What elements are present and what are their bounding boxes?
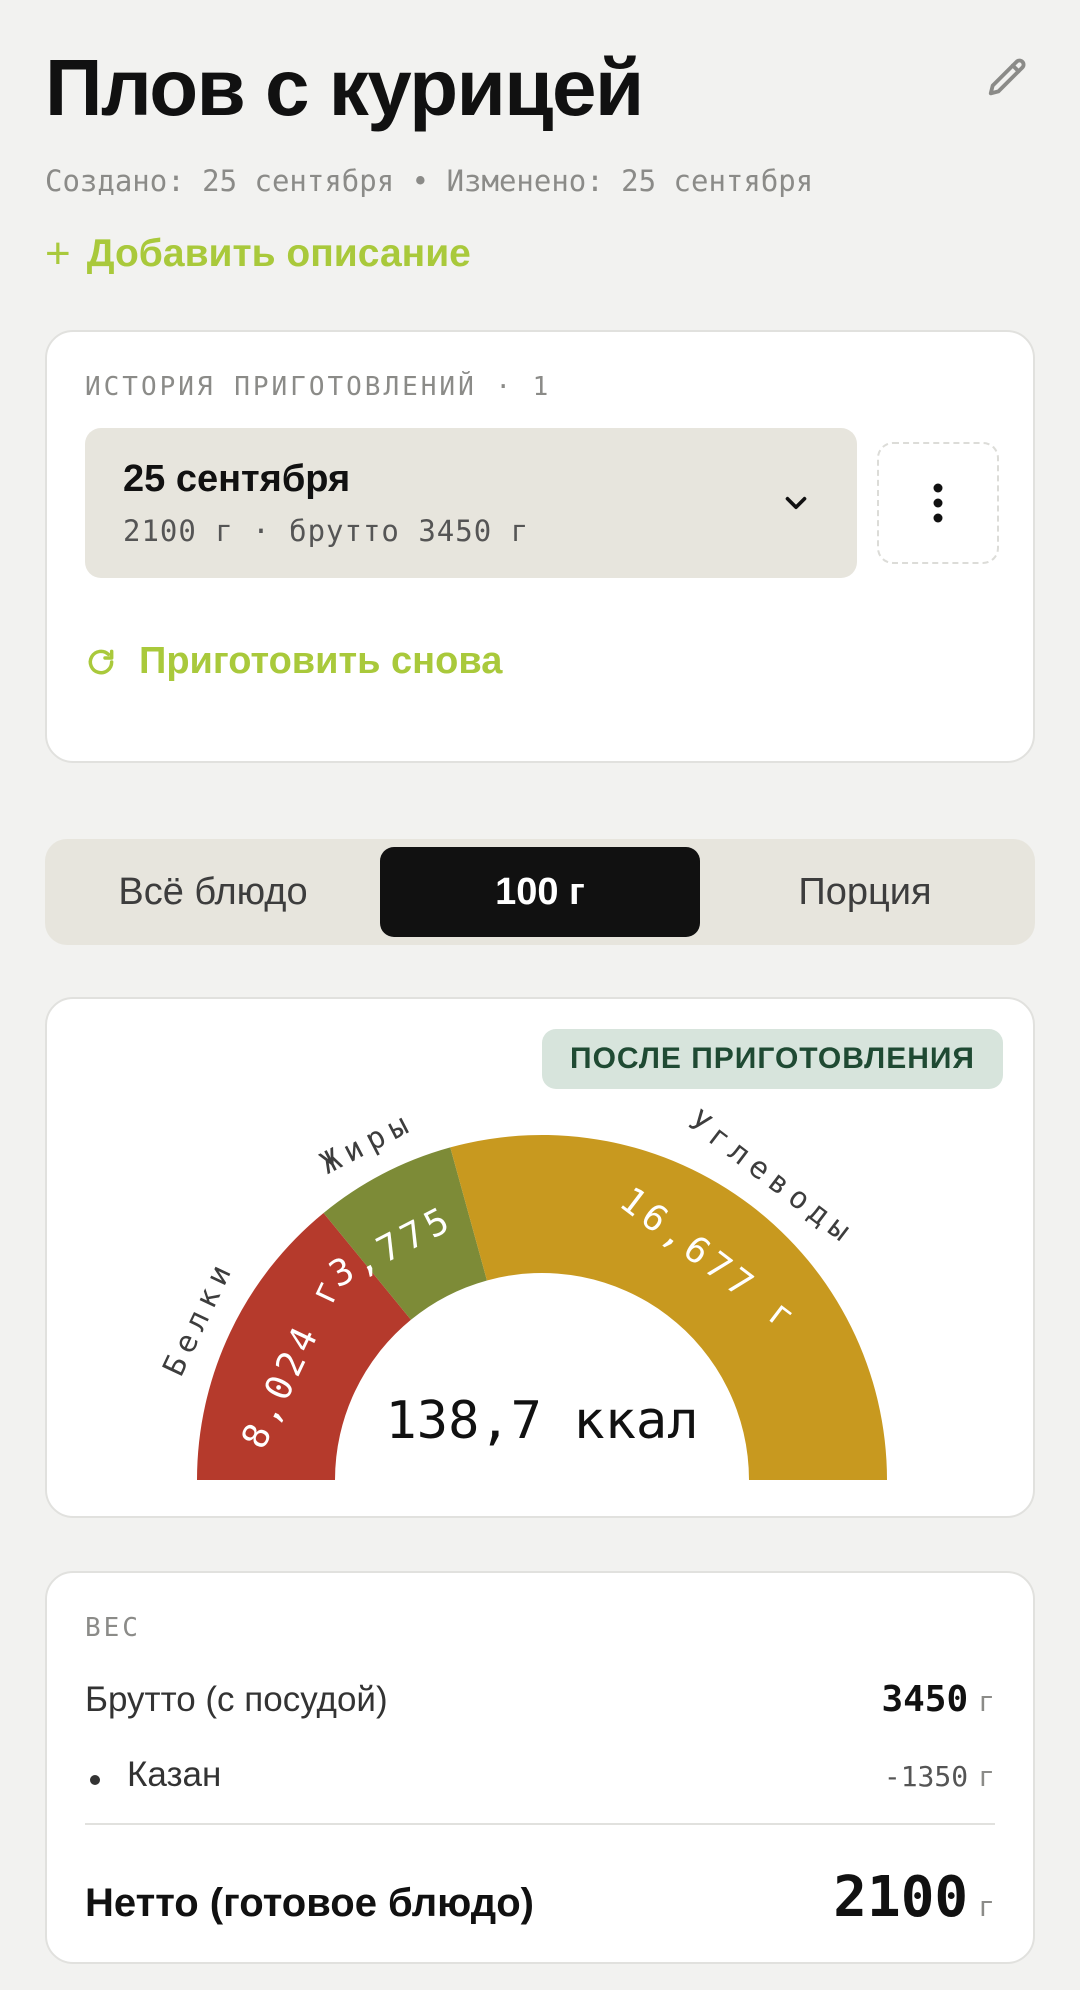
pencil-icon (988, 58, 1026, 96)
portion-tabs: Всё блюдо 100 г Порция (45, 839, 1035, 945)
add-description-label: Добавить описание (86, 232, 471, 275)
more-options-button[interactable] (877, 442, 999, 564)
add-description-button[interactable]: + Добавить описание (45, 232, 471, 276)
history-entry-date: 25 сентября (123, 458, 351, 500)
gross-weight-value: 3450 (881, 1679, 969, 1720)
cooking-history-card: ИСТОРИЯ ПРИГОТОВЛЕНИЙ · 1 25 сентября 21… (45, 330, 1035, 763)
plus-icon: + (45, 229, 71, 278)
macros-gauge: 8,024 гБелки3,775 гЖиры16,677 гУглеводы1… (156, 1103, 887, 1480)
vessel-weight-unit: г (978, 1760, 995, 1793)
vessel-weight-value: -1350 (883, 1760, 969, 1793)
weight-card: ВЕС Брутто (с посудой) 3450 г Казан -1350… (45, 1571, 1035, 1964)
cook-again-button[interactable]: Приготовить снова (85, 640, 502, 683)
tab-portion[interactable]: Порция (705, 847, 1025, 937)
vessel-label: Казан (85, 1755, 221, 1795)
macros-card: ПОСЛЕ ПРИГОТОВЛЕНИЯ 8,024 г Белки 3,775 гЖ… (45, 997, 1035, 1518)
page-title: Плов с курицей (45, 43, 644, 132)
history-entry-details: 2100 г · брутто 3450 г (123, 514, 530, 548)
cook-again-label: Приготовить снова (139, 640, 503, 682)
vessel-weight-row: Казан -1350 г (85, 1755, 995, 1795)
net-weight-unit: г (978, 1890, 995, 1923)
refresh-icon (88, 649, 114, 674)
tab-whole-dish[interactable]: Всё блюдо (53, 847, 373, 937)
history-section-label: ИСТОРИЯ ПРИГОТОВЛЕНИЙ · 1 (85, 372, 552, 402)
tab-100g[interactable]: 100 г (380, 847, 700, 937)
edit-button[interactable] (980, 50, 1036, 106)
gross-weight-label: Брутто (с посудой) (85, 1680, 388, 1719)
divider (85, 1823, 995, 1825)
net-weight-label: Нетто (готовое блюдо) (85, 1881, 534, 1925)
net-weight-value: 2100 (833, 1865, 969, 1930)
history-entry-select[interactable]: 25 сентября 2100 г · брутто 3450 г (85, 428, 857, 578)
net-weight-row: Нетто (готовое блюдо) 2100 г (85, 1865, 995, 1930)
gross-weight-unit: г (978, 1685, 995, 1718)
more-vertical-icon (933, 483, 943, 523)
created-modified-meta: Создано: 25 сентября • Изменено: 25 сент… (45, 164, 814, 198)
gross-weight-row: Брутто (с посудой) 3450 г (85, 1679, 995, 1720)
chevron-down-icon (785, 496, 807, 510)
weight-section-label: ВЕС (85, 1613, 141, 1643)
gauge-calories: 138,7 ккал (385, 1391, 698, 1451)
